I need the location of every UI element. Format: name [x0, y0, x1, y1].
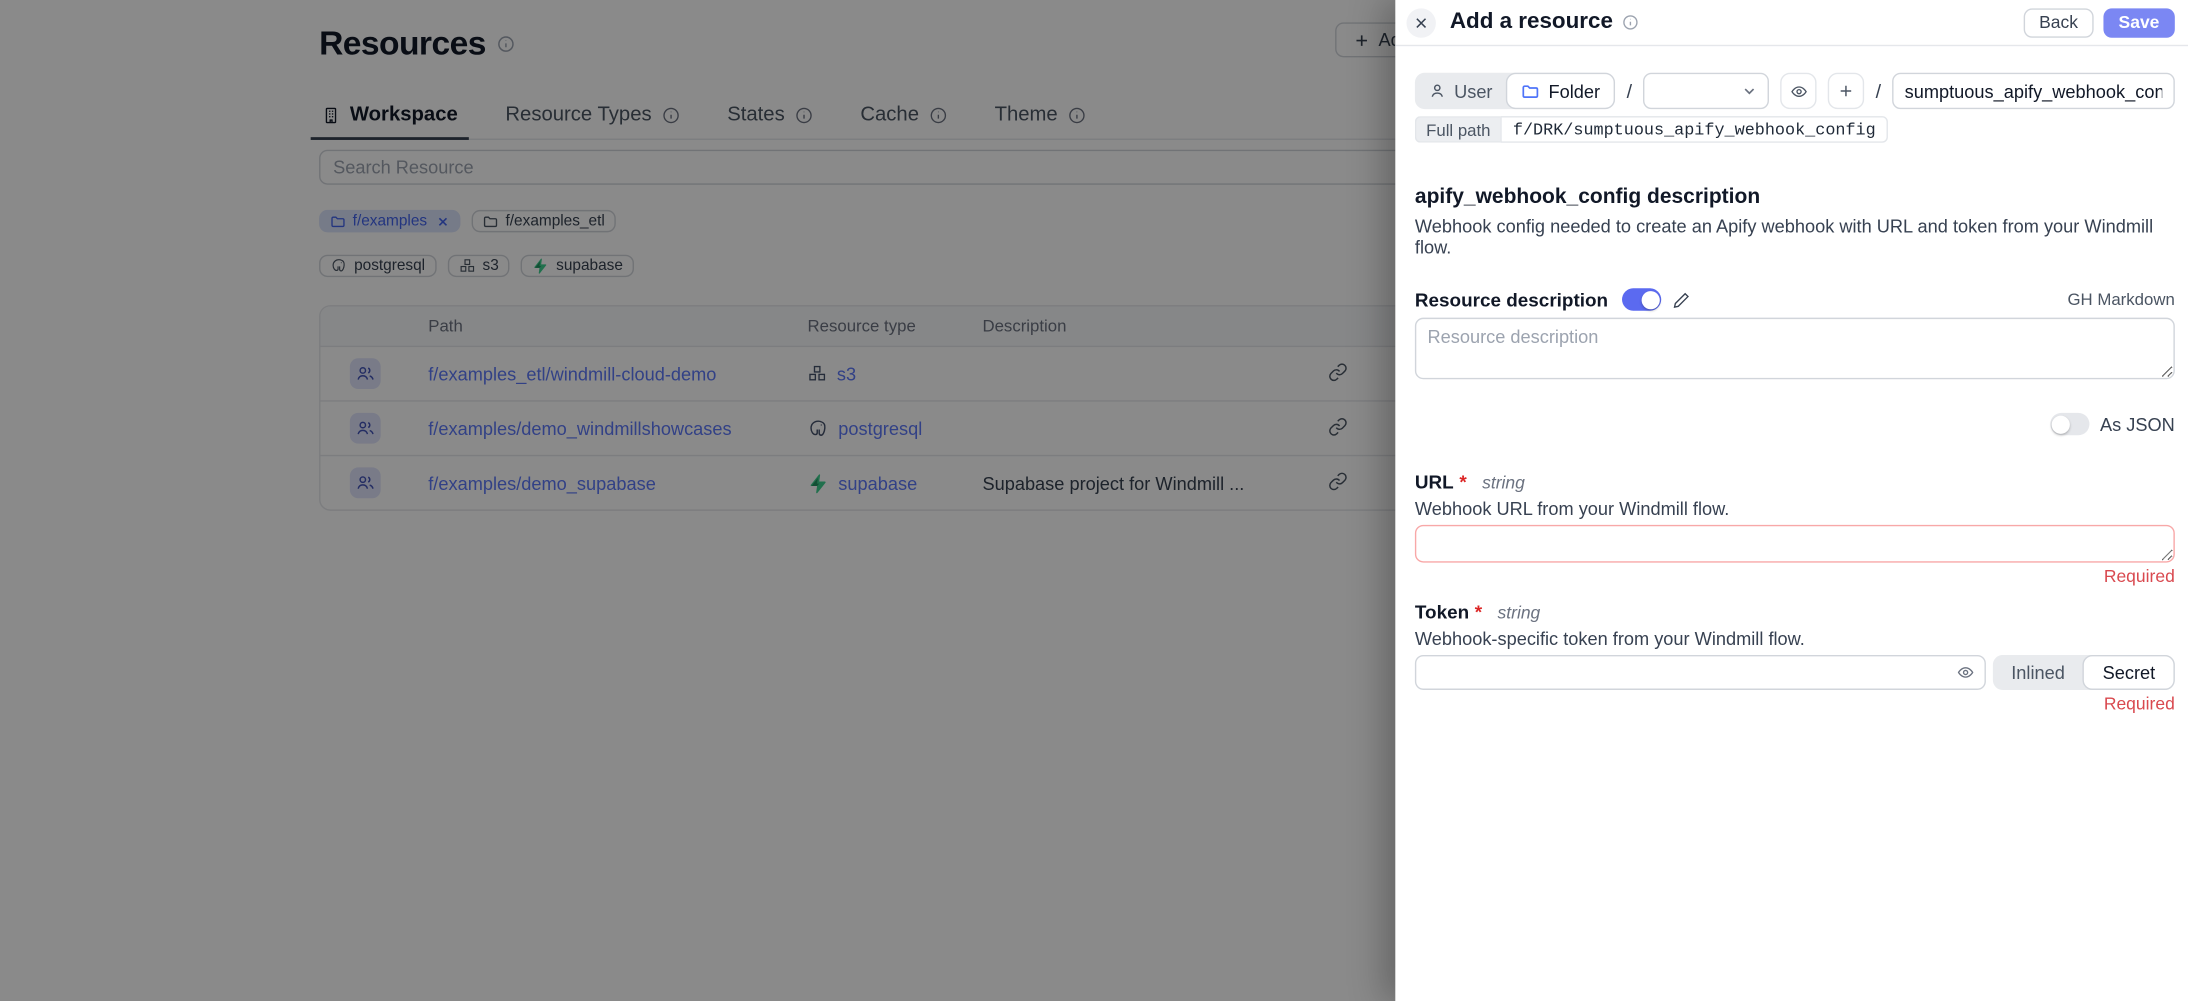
as-json-row: As JSON — [1415, 413, 2175, 435]
path-picker: User Folder / — [1415, 73, 2175, 109]
as-json-label: As JSON — [2100, 414, 2175, 435]
url-required-error: Required — [1415, 567, 2175, 587]
full-path-label: Full path — [1415, 116, 1500, 143]
resource-name-input[interactable] — [1892, 73, 2175, 109]
add-resource-drawer: Add a resource Back Save User — [1395, 0, 2188, 1001]
resource-description-textarea[interactable] — [1415, 318, 2175, 380]
required-mark: * — [1475, 602, 1482, 623]
info-icon[interactable] — [1623, 14, 1640, 31]
chevron-down-icon — [1741, 83, 1758, 100]
token-field-label-row: Token * string — [1415, 602, 2175, 623]
eye-icon — [1790, 82, 1808, 100]
owner-kind-folder[interactable]: Folder — [1506, 73, 1615, 109]
schema-description: Webhook config needed to create an Apify… — [1415, 216, 2175, 258]
token-field-label: Token — [1415, 602, 1469, 623]
resource-description-row: Resource description GH Markdown — [1415, 288, 2175, 310]
owner-kind-toggle: User Folder — [1415, 73, 1616, 109]
token-row: Inlined Secret — [1415, 655, 2175, 690]
resource-description-label: Resource description — [1415, 289, 1608, 310]
token-mode-toggle: Inlined Secret — [1993, 655, 2175, 690]
user-icon — [1429, 83, 1446, 100]
pencil-icon[interactable] — [1672, 290, 1690, 308]
owner-kind-label: Folder — [1548, 80, 1600, 101]
owner-kind-user[interactable]: User — [1415, 73, 1507, 109]
token-mode-inlined[interactable]: Inlined — [1993, 655, 2083, 690]
view-folder-button[interactable] — [1780, 73, 1816, 109]
drawer-title: Add a resource — [1450, 10, 1613, 35]
close-icon — [1413, 15, 1428, 30]
save-button[interactable]: Save — [2103, 8, 2175, 37]
eye-icon[interactable] — [1957, 663, 1975, 681]
url-input[interactable] — [1415, 525, 2175, 563]
plus-icon — [1838, 83, 1855, 100]
close-drawer-button[interactable] — [1406, 8, 1435, 37]
path-separator: / — [1876, 80, 1881, 102]
token-mode-secret[interactable]: Secret — [2083, 655, 2175, 690]
url-field-label: URL — [1415, 472, 1454, 493]
token-field-help: Webhook-specific token from your Windmil… — [1415, 628, 2175, 649]
drawer-header: Add a resource Back Save — [1395, 0, 2188, 46]
full-path-value: f/DRK/sumptuous_apify_webhook_config — [1500, 116, 1888, 143]
new-folder-button[interactable] — [1828, 73, 1864, 109]
token-field-type: string — [1498, 603, 1541, 623]
owner-kind-label: User — [1454, 80, 1492, 101]
folder-icon — [1522, 82, 1540, 100]
folder-select[interactable] — [1643, 73, 1769, 109]
url-field-help: Webhook URL from your Windmill flow. — [1415, 498, 2175, 519]
description-toggle[interactable] — [1622, 288, 1661, 310]
back-button[interactable]: Back — [2024, 8, 2094, 37]
app-window: Resources Add Workspace — [0, 0, 2188, 1001]
path-separator: / — [1627, 80, 1632, 102]
url-field-label-row: URL* string — [1415, 472, 2175, 493]
schema-heading: apify_webhook_config description — [1415, 185, 2175, 209]
as-json-toggle[interactable] — [2050, 413, 2089, 435]
token-required-error: Required — [1415, 694, 2175, 714]
url-field-type: string — [1482, 473, 1525, 493]
token-input[interactable] — [1415, 655, 1986, 690]
markdown-hint: GH Markdown — [2067, 290, 2174, 310]
full-path-group: Full path f/DRK/sumptuous_apify_webhook_… — [1415, 116, 1888, 143]
required-mark: * — [1459, 472, 1466, 493]
